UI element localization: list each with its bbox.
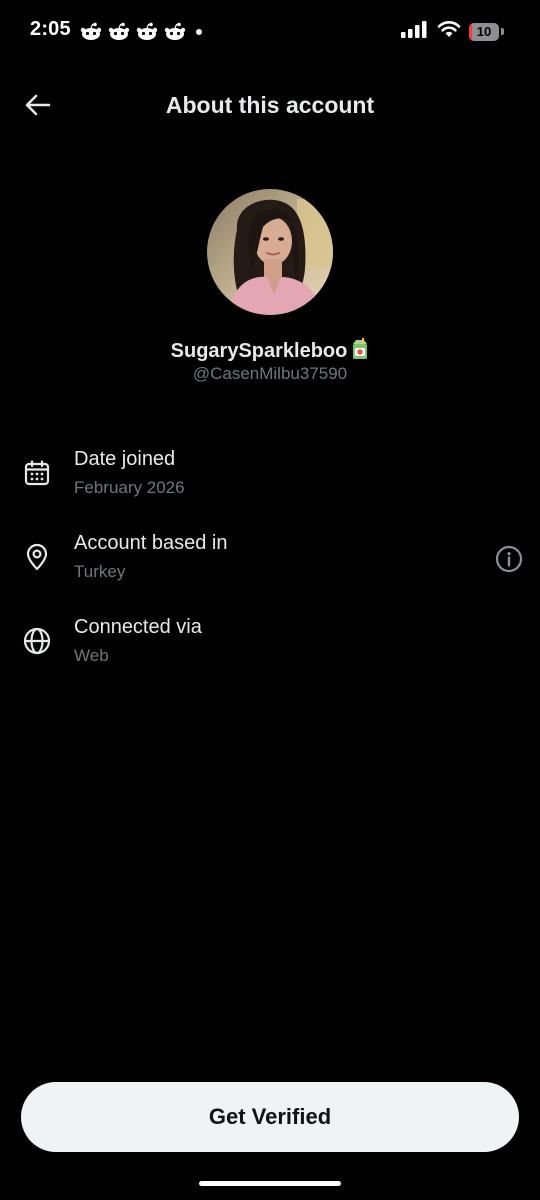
page-title: About this account — [165, 92, 375, 118]
battery-tip — [501, 28, 504, 35]
display-name-row: SugarySparkleboo — [0, 338, 540, 365]
battery-icon: 10 — [469, 22, 499, 41]
info-label: Date joined — [74, 448, 176, 470]
status-time: 2:05 — [30, 18, 71, 40]
battery-fill — [469, 22, 472, 41]
calendar-icon — [22, 458, 52, 488]
status-right: 10 — [401, 20, 504, 43]
header: About this account — [0, 74, 540, 138]
reddit-alien-icon — [136, 22, 158, 42]
info-value: Web — [74, 646, 109, 665]
avatar[interactable] — [207, 189, 333, 315]
reddit-alien-icon — [164, 22, 186, 42]
cellular-signal-icon — [401, 20, 429, 43]
info-row-connected-via: Connected via Web — [0, 616, 540, 676]
info-value: February 2026 — [74, 478, 185, 497]
get-verified-button[interactable]: Get Verified — [21, 1082, 519, 1152]
wifi-icon — [437, 20, 461, 43]
info-row-account-based-in: Account based in Turkey — [0, 532, 540, 592]
status-bar: 2:05 10 — [0, 0, 540, 64]
reddit-alien-icon — [80, 22, 102, 42]
more-notifications-dot — [196, 29, 202, 35]
info-icon[interactable] — [494, 544, 524, 574]
battery-level: 10 — [476, 24, 492, 39]
profile-photo — [207, 189, 333, 315]
handle: @CasenMilbu37590 — [192, 364, 348, 383]
info-label: Account based in — [74, 532, 228, 554]
display-name: SugarySparkleboo — [170, 340, 348, 362]
notification-icons — [80, 22, 202, 42]
location-pin-icon — [22, 542, 52, 572]
info-label: Connected via — [74, 616, 202, 638]
info-row-date-joined: Date joined February 2026 — [0, 448, 540, 508]
info-value: Turkey — [74, 562, 126, 581]
globe-icon — [22, 626, 52, 656]
reddit-alien-icon — [108, 22, 130, 42]
juice-box-icon — [351, 338, 369, 365]
home-indicator — [199, 1181, 341, 1186]
